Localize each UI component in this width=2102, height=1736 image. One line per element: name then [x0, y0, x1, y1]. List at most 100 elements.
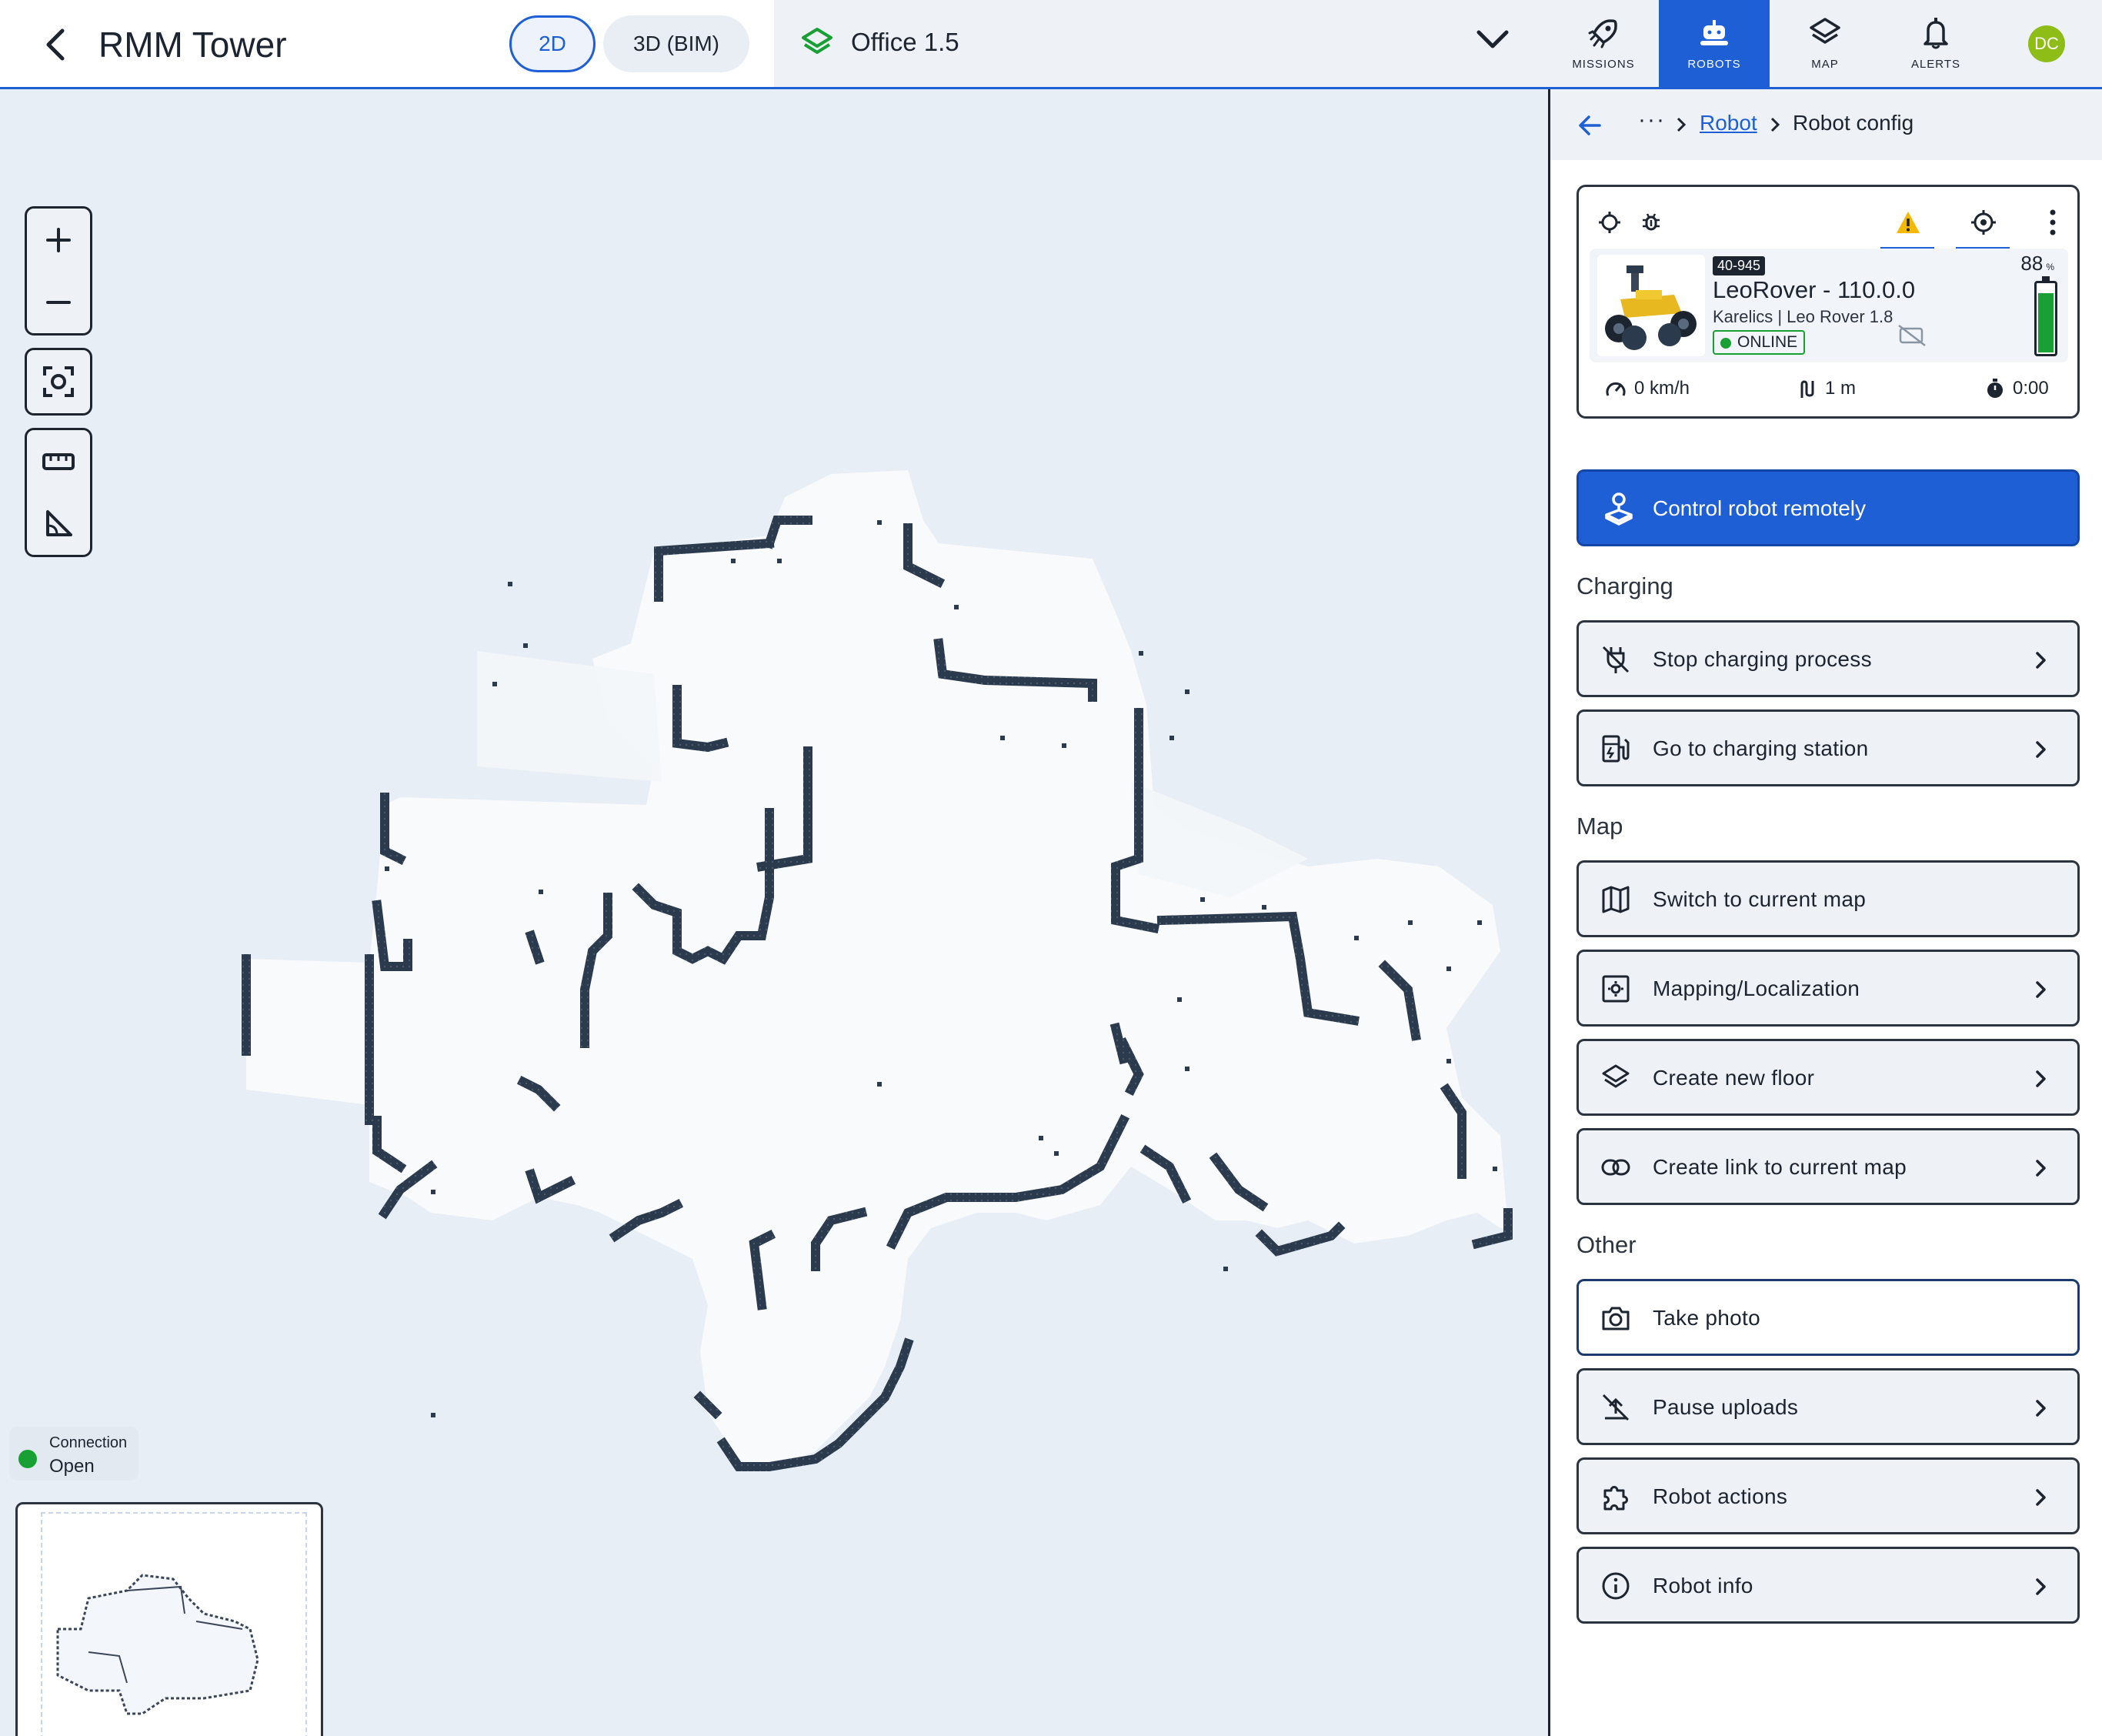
target-button[interactable]	[1968, 207, 1999, 238]
battery-level	[2038, 293, 2054, 352]
chevron-right-icon	[2036, 1578, 2046, 1595]
action-label: Take photo	[1653, 1306, 1760, 1330]
connection-label: Connection	[49, 1434, 128, 1451]
avatar: DC	[2028, 25, 2065, 62]
minimap[interactable]	[15, 1502, 323, 1736]
robot-config-panel: ··· Robot Robot config 40-945 LeoRover -…	[1548, 89, 2102, 1736]
zoom-in-button[interactable]	[27, 209, 90, 271]
nav-profile[interactable]: DC	[1991, 0, 2102, 87]
stopwatch-icon	[1987, 379, 2003, 398]
nav-label: MISSIONS	[1572, 58, 1635, 71]
chevron-right-icon	[2036, 981, 2046, 998]
zoom-controls	[25, 206, 92, 336]
floor-select[interactable]: Office 1.5	[774, 0, 1548, 87]
robot-name: LeoRover - 110.0.0	[1713, 276, 1916, 303]
zoom-out-button[interactable]	[27, 271, 90, 333]
distance-value: 1 m	[1825, 378, 1857, 399]
plus-icon	[46, 227, 71, 252]
warning-icon	[1897, 212, 1920, 233]
take-photo-button[interactable]: Take photo	[1576, 1279, 2080, 1356]
route-icon	[1800, 380, 1814, 398]
time-value: 0:00	[2013, 378, 2049, 399]
action-label: Mapping/Localization	[1653, 976, 1860, 1000]
layers-icon	[1810, 18, 1840, 44]
layers-icon	[1599, 1061, 1633, 1095]
breadcrumb-robot-link[interactable]: Robot	[1700, 111, 1757, 135]
fit-view-button[interactable]	[25, 348, 92, 416]
connection-status: Connection Open	[9, 1427, 138, 1481]
debug-button[interactable]	[1636, 207, 1667, 238]
chevron-right-icon	[2036, 1160, 2046, 1177]
robot-image	[1597, 255, 1705, 356]
go-charging-station-button[interactable]: Go to charging station	[1576, 709, 2080, 786]
breadcrumb: ··· Robot Robot config	[1550, 89, 2102, 160]
speedometer-icon	[1606, 382, 1626, 396]
plug-off-icon	[1599, 643, 1633, 676]
warning-button[interactable]	[1893, 207, 1923, 238]
angle-button[interactable]	[27, 492, 90, 555]
angle-icon	[46, 509, 72, 536]
joystick-icon	[1605, 492, 1633, 526]
nav-missions[interactable]: MISSIONS	[1548, 0, 1659, 87]
action-label: Switch to current map	[1653, 887, 1867, 911]
nav-alerts[interactable]: ALERTS	[1880, 0, 1991, 87]
rocket-icon	[1588, 19, 1617, 48]
nav-map[interactable]: MAP	[1770, 0, 1880, 87]
chevron-right-icon	[2036, 1489, 2046, 1506]
robot-info-button[interactable]: Robot info	[1576, 1547, 2080, 1624]
minus-icon	[46, 300, 71, 304]
action-label: Stop charging process	[1653, 647, 1872, 671]
create-link-button[interactable]: Create link to current map	[1576, 1128, 2080, 1205]
nav-label: ROBOTS	[1687, 58, 1741, 71]
chevron-right-icon	[2036, 1070, 2046, 1087]
connection-value: Open	[49, 1456, 95, 1477]
robot-summary: 40-945 LeoRover - 110.0.0 Karelics | Leo…	[1590, 249, 2068, 362]
locate-button[interactable]	[1594, 207, 1625, 238]
action-label: Robot actions	[1653, 1484, 1788, 1508]
view-3d-button[interactable]: 3D (BIM)	[603, 15, 749, 72]
create-floor-button[interactable]: Create new floor	[1576, 1039, 2080, 1116]
mapping-localization-button[interactable]: Mapping/Localization	[1576, 950, 2080, 1027]
main-nav: MISSIONS ROBOTS MAP ALERTS DC	[1548, 0, 2102, 87]
free-space	[246, 470, 1508, 1467]
switch-map-button[interactable]: Switch to current map	[1576, 860, 2080, 937]
status-dot	[18, 1450, 37, 1468]
minimap-thumbnail	[56, 1574, 259, 1715]
breadcrumb-current: Robot config	[1793, 111, 1914, 135]
robot-actions-button[interactable]: Robot actions	[1576, 1457, 2080, 1534]
nav-label: ALERTS	[1910, 58, 1961, 71]
speed-stat: 0 km/h	[1605, 370, 1690, 407]
section-charging: Charging	[1576, 573, 1673, 599]
floor-name: Office 1.5	[851, 28, 959, 56]
ruler-button[interactable]	[27, 430, 90, 492]
nav-robots[interactable]: ROBOTS	[1659, 0, 1770, 87]
speed-value: 0 km/h	[1634, 378, 1690, 399]
action-label: Robot info	[1653, 1574, 1753, 1597]
chevron-right-icon	[1677, 117, 1687, 132]
control-robot-label: Control robot remotely	[1653, 496, 1867, 520]
map-canvas[interactable]: Connection Open	[0, 89, 1548, 1736]
breadcrumb-more[interactable]: ···	[1638, 108, 1666, 132]
camera-icon	[1599, 1301, 1633, 1335]
panel-back-button[interactable]	[1570, 106, 1609, 145]
pause-uploads-button[interactable]: Pause uploads	[1576, 1368, 2080, 1445]
rover-icon	[1605, 265, 1697, 350]
control-robot-button[interactable]: Control robot remotely	[1576, 469, 2080, 546]
time-stat: 0:00	[1985, 370, 2049, 407]
measure-tools	[25, 428, 92, 557]
stop-charging-button[interactable]: Stop charging process	[1576, 620, 2080, 697]
map-icon	[1599, 883, 1633, 916]
robot-icon	[1700, 20, 1728, 45]
battery-icon	[2034, 276, 2057, 356]
distance-stat: 1 m	[1797, 370, 1856, 407]
more-options-button[interactable]	[2037, 207, 2068, 238]
view-2d-button[interactable]: 2D	[509, 15, 596, 72]
layers-icon	[802, 28, 832, 54]
robot-stats: 0 km/h 1 m 0:00	[1590, 370, 2068, 407]
info-icon	[1599, 1569, 1633, 1603]
bug-icon	[1643, 213, 1660, 231]
back-button[interactable]	[34, 22, 77, 68]
robot-card[interactable]: 40-945 LeoRover - 110.0.0 Karelics | Leo…	[1576, 185, 2080, 419]
top-header: RMM Tower 2D 3D (BIM) Office 1.5 MISSION…	[0, 0, 2102, 89]
chevron-right-icon	[1770, 117, 1780, 132]
